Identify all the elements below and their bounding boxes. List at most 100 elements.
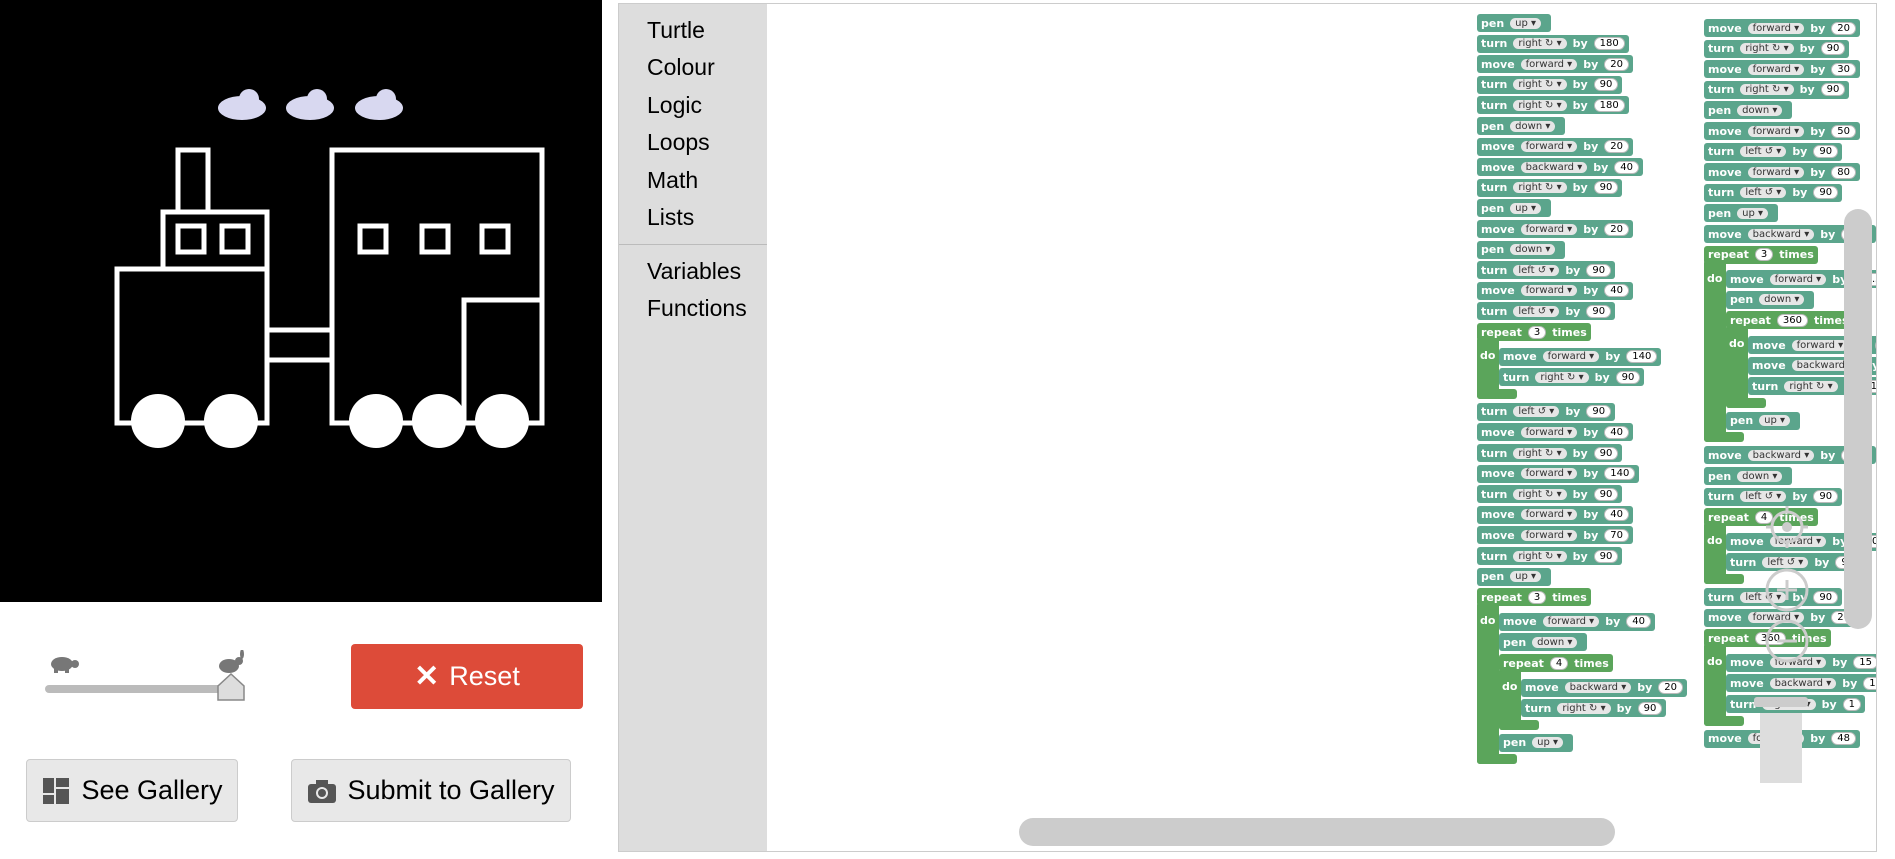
- code-block[interactable]: movebackward ▾by15: [1726, 674, 1876, 693]
- slider-track[interactable]: [45, 685, 235, 693]
- turn-direction-dropdown[interactable]: right ↻ ▾: [1513, 488, 1567, 500]
- code-block[interactable]: turn right ↻ ▾ by 90: [1477, 547, 1623, 565]
- turn-direction-dropdown[interactable]: left ↺ ▾: [1513, 264, 1560, 276]
- value-input[interactable]: 90: [1615, 370, 1641, 384]
- value-input[interactable]: 20: [1604, 222, 1629, 236]
- value-input[interactable]: 80: [1831, 165, 1856, 179]
- value-input[interactable]: 180: [1593, 98, 1625, 112]
- move-direction-dropdown[interactable]: forward ▾: [1520, 509, 1578, 521]
- value-input[interactable]: 90: [1593, 487, 1619, 501]
- value-input[interactable]: 20: [1604, 57, 1629, 71]
- value-input[interactable]: 140: [1604, 467, 1636, 481]
- turn-direction-dropdown[interactable]: right ↻ ▾: [1513, 79, 1567, 91]
- code-block[interactable]: turnleft ↺ ▾by90: [1704, 183, 1843, 202]
- code-block[interactable]: pen up ▾: [1477, 199, 1552, 218]
- value-input[interactable]: 48: [1831, 732, 1856, 746]
- value-input[interactable]: 90: [1820, 42, 1846, 56]
- value-input[interactable]: 90: [1813, 490, 1839, 504]
- value-input[interactable]: 20: [1658, 681, 1683, 695]
- repeat-block[interactable]: repeat 3 times: [1477, 323, 1591, 341]
- repeat-block[interactable]: repeat 3 times: [1704, 245, 1818, 264]
- value-input[interactable]: 90: [1813, 186, 1839, 200]
- code-block[interactable]: move forward ▾ by 140: [1477, 464, 1640, 483]
- move-direction-dropdown[interactable]: backward ▾: [1564, 682, 1632, 694]
- turn-direction-dropdown[interactable]: left ↺ ▾: [1740, 146, 1787, 158]
- code-block[interactable]: pen up ▾: [1704, 204, 1779, 223]
- code-block[interactable]: pen up ▾: [1726, 411, 1801, 430]
- pen-dropdown[interactable]: down ▾: [1759, 294, 1805, 306]
- value-input[interactable]: 90: [1813, 590, 1839, 604]
- code-block[interactable]: move forward ▾ by 20: [1704, 19, 1860, 37]
- move-direction-dropdown[interactable]: forward ▾: [1520, 468, 1578, 480]
- move-direction-dropdown[interactable]: forward ▾: [1747, 63, 1805, 75]
- code-block[interactable]: turn right ↻ ▾ by 180: [1477, 34, 1629, 53]
- value-input[interactable]: 40: [1604, 284, 1629, 298]
- toolbox-math[interactable]: Math: [647, 167, 698, 194]
- toolbox-logic[interactable]: Logic: [647, 92, 702, 119]
- turn-direction-dropdown[interactable]: left ↺ ▾: [1740, 187, 1787, 199]
- code-block[interactable]: move forward ▾ by 80: [1704, 163, 1860, 182]
- toolbox-variables[interactable]: Variables: [647, 258, 741, 285]
- value-input[interactable]: 30: [1831, 62, 1856, 76]
- zoom-out-icon[interactable]: [1764, 618, 1810, 664]
- code-block[interactable]: turn right ↻ ▾ by 90: [1477, 178, 1623, 197]
- turn-direction-dropdown[interactable]: left ↺ ▾: [1513, 406, 1560, 418]
- value-input[interactable]: 15: [1853, 656, 1876, 670]
- value-input[interactable]: 70: [1604, 528, 1629, 542]
- code-block[interactable]: turn right ↻ ▾ by 90: [1704, 80, 1850, 99]
- move-direction-dropdown[interactable]: forward ▾: [1542, 351, 1600, 363]
- code-block[interactable]: move forward ▾ by 40: [1477, 505, 1633, 524]
- toolbox-turtle[interactable]: Turtle: [647, 17, 705, 44]
- move-direction-dropdown[interactable]: forward ▾: [1520, 529, 1578, 541]
- code-block[interactable]: move backward ▾ by 20: [1521, 678, 1687, 697]
- pen-dropdown[interactable]: up ▾: [1532, 737, 1564, 749]
- toolbox-loops[interactable]: Loops: [647, 129, 710, 156]
- pen-dropdown[interactable]: up ▾: [1510, 571, 1542, 583]
- value-input[interactable]: 40: [1626, 615, 1651, 629]
- repeat-block[interactable]: repeat 4 times: [1499, 654, 1613, 672]
- code-block[interactable]: turnleft ↺ ▾by90: [1704, 487, 1843, 506]
- blockly-workspace[interactable]: Turtle Colour Logic Loops Math Lists Var…: [618, 3, 1877, 852]
- code-block[interactable]: move forward ▾ by 140: [1499, 347, 1662, 366]
- value-input[interactable]: 90: [1813, 145, 1839, 159]
- reset-button[interactable]: ✕ Reset: [351, 644, 583, 709]
- move-direction-dropdown[interactable]: forward ▾: [1769, 273, 1827, 285]
- value-input[interactable]: 90: [1593, 446, 1619, 460]
- pen-dropdown[interactable]: down ▾: [1532, 636, 1578, 648]
- vertical-scrollbar[interactable]: [1844, 209, 1872, 629]
- turn-direction-dropdown[interactable]: right ↻ ▾: [1513, 182, 1567, 194]
- move-direction-dropdown[interactable]: forward ▾: [1747, 166, 1805, 178]
- value-input[interactable]: 20: [1831, 21, 1856, 35]
- code-block[interactable]: pen up ▾: [1477, 567, 1552, 586]
- move-direction-dropdown[interactable]: forward ▾: [1791, 339, 1849, 351]
- code-block[interactable]: turn right ↻ ▾ by 90: [1477, 444, 1623, 462]
- turn-direction-dropdown[interactable]: right ↻ ▾: [1513, 99, 1567, 111]
- code-block[interactable]: turn right ↻ ▾ by 90: [1477, 75, 1623, 94]
- code-block[interactable]: turn right ↻ ▾ by 180: [1477, 96, 1629, 115]
- speed-slider[interactable]: [40, 650, 260, 701]
- turn-direction-dropdown[interactable]: right ↻ ▾: [1513, 447, 1567, 459]
- horizontal-scrollbar[interactable]: [1019, 818, 1615, 846]
- pen-dropdown[interactable]: up ▾: [1510, 202, 1542, 214]
- pen-dropdown[interactable]: up ▾: [1759, 415, 1791, 427]
- value-input[interactable]: 90: [1820, 83, 1846, 97]
- turn-direction-dropdown[interactable]: left ↺ ▾: [1513, 305, 1560, 317]
- code-block[interactable]: move forward ▾ by 40: [1477, 423, 1633, 442]
- code-block[interactable]: pen up ▾: [1499, 733, 1574, 752]
- value-input[interactable]: 50: [1831, 124, 1856, 138]
- repeat-block[interactable]: repeat 360 times: [1726, 311, 1853, 330]
- value-input[interactable]: 90: [1593, 78, 1619, 92]
- code-block[interactable]: turnleft ↺ ▾by90: [1477, 302, 1616, 321]
- move-direction-dropdown[interactable]: forward ▾: [1520, 285, 1578, 297]
- code-block[interactable]: move backward ▾ by 40: [1477, 158, 1643, 177]
- code-block[interactable]: turn right ↻ ▾ by 90: [1521, 699, 1667, 718]
- code-block[interactable]: pen down ▾: [1499, 633, 1588, 652]
- value-input[interactable]: 15: [1875, 338, 1876, 352]
- code-block[interactable]: turn right ↻ ▾ by 90: [1477, 485, 1623, 504]
- recenter-icon[interactable]: [1764, 504, 1810, 550]
- submit-gallery-button[interactable]: Submit to Gallery: [291, 759, 571, 822]
- code-block[interactable]: turnleft ↺ ▾by90: [1477, 402, 1616, 421]
- move-direction-dropdown[interactable]: forward ▾: [1542, 616, 1600, 628]
- value-input[interactable]: 1: [1842, 697, 1862, 711]
- pen-dropdown[interactable]: up ▾: [1737, 207, 1769, 219]
